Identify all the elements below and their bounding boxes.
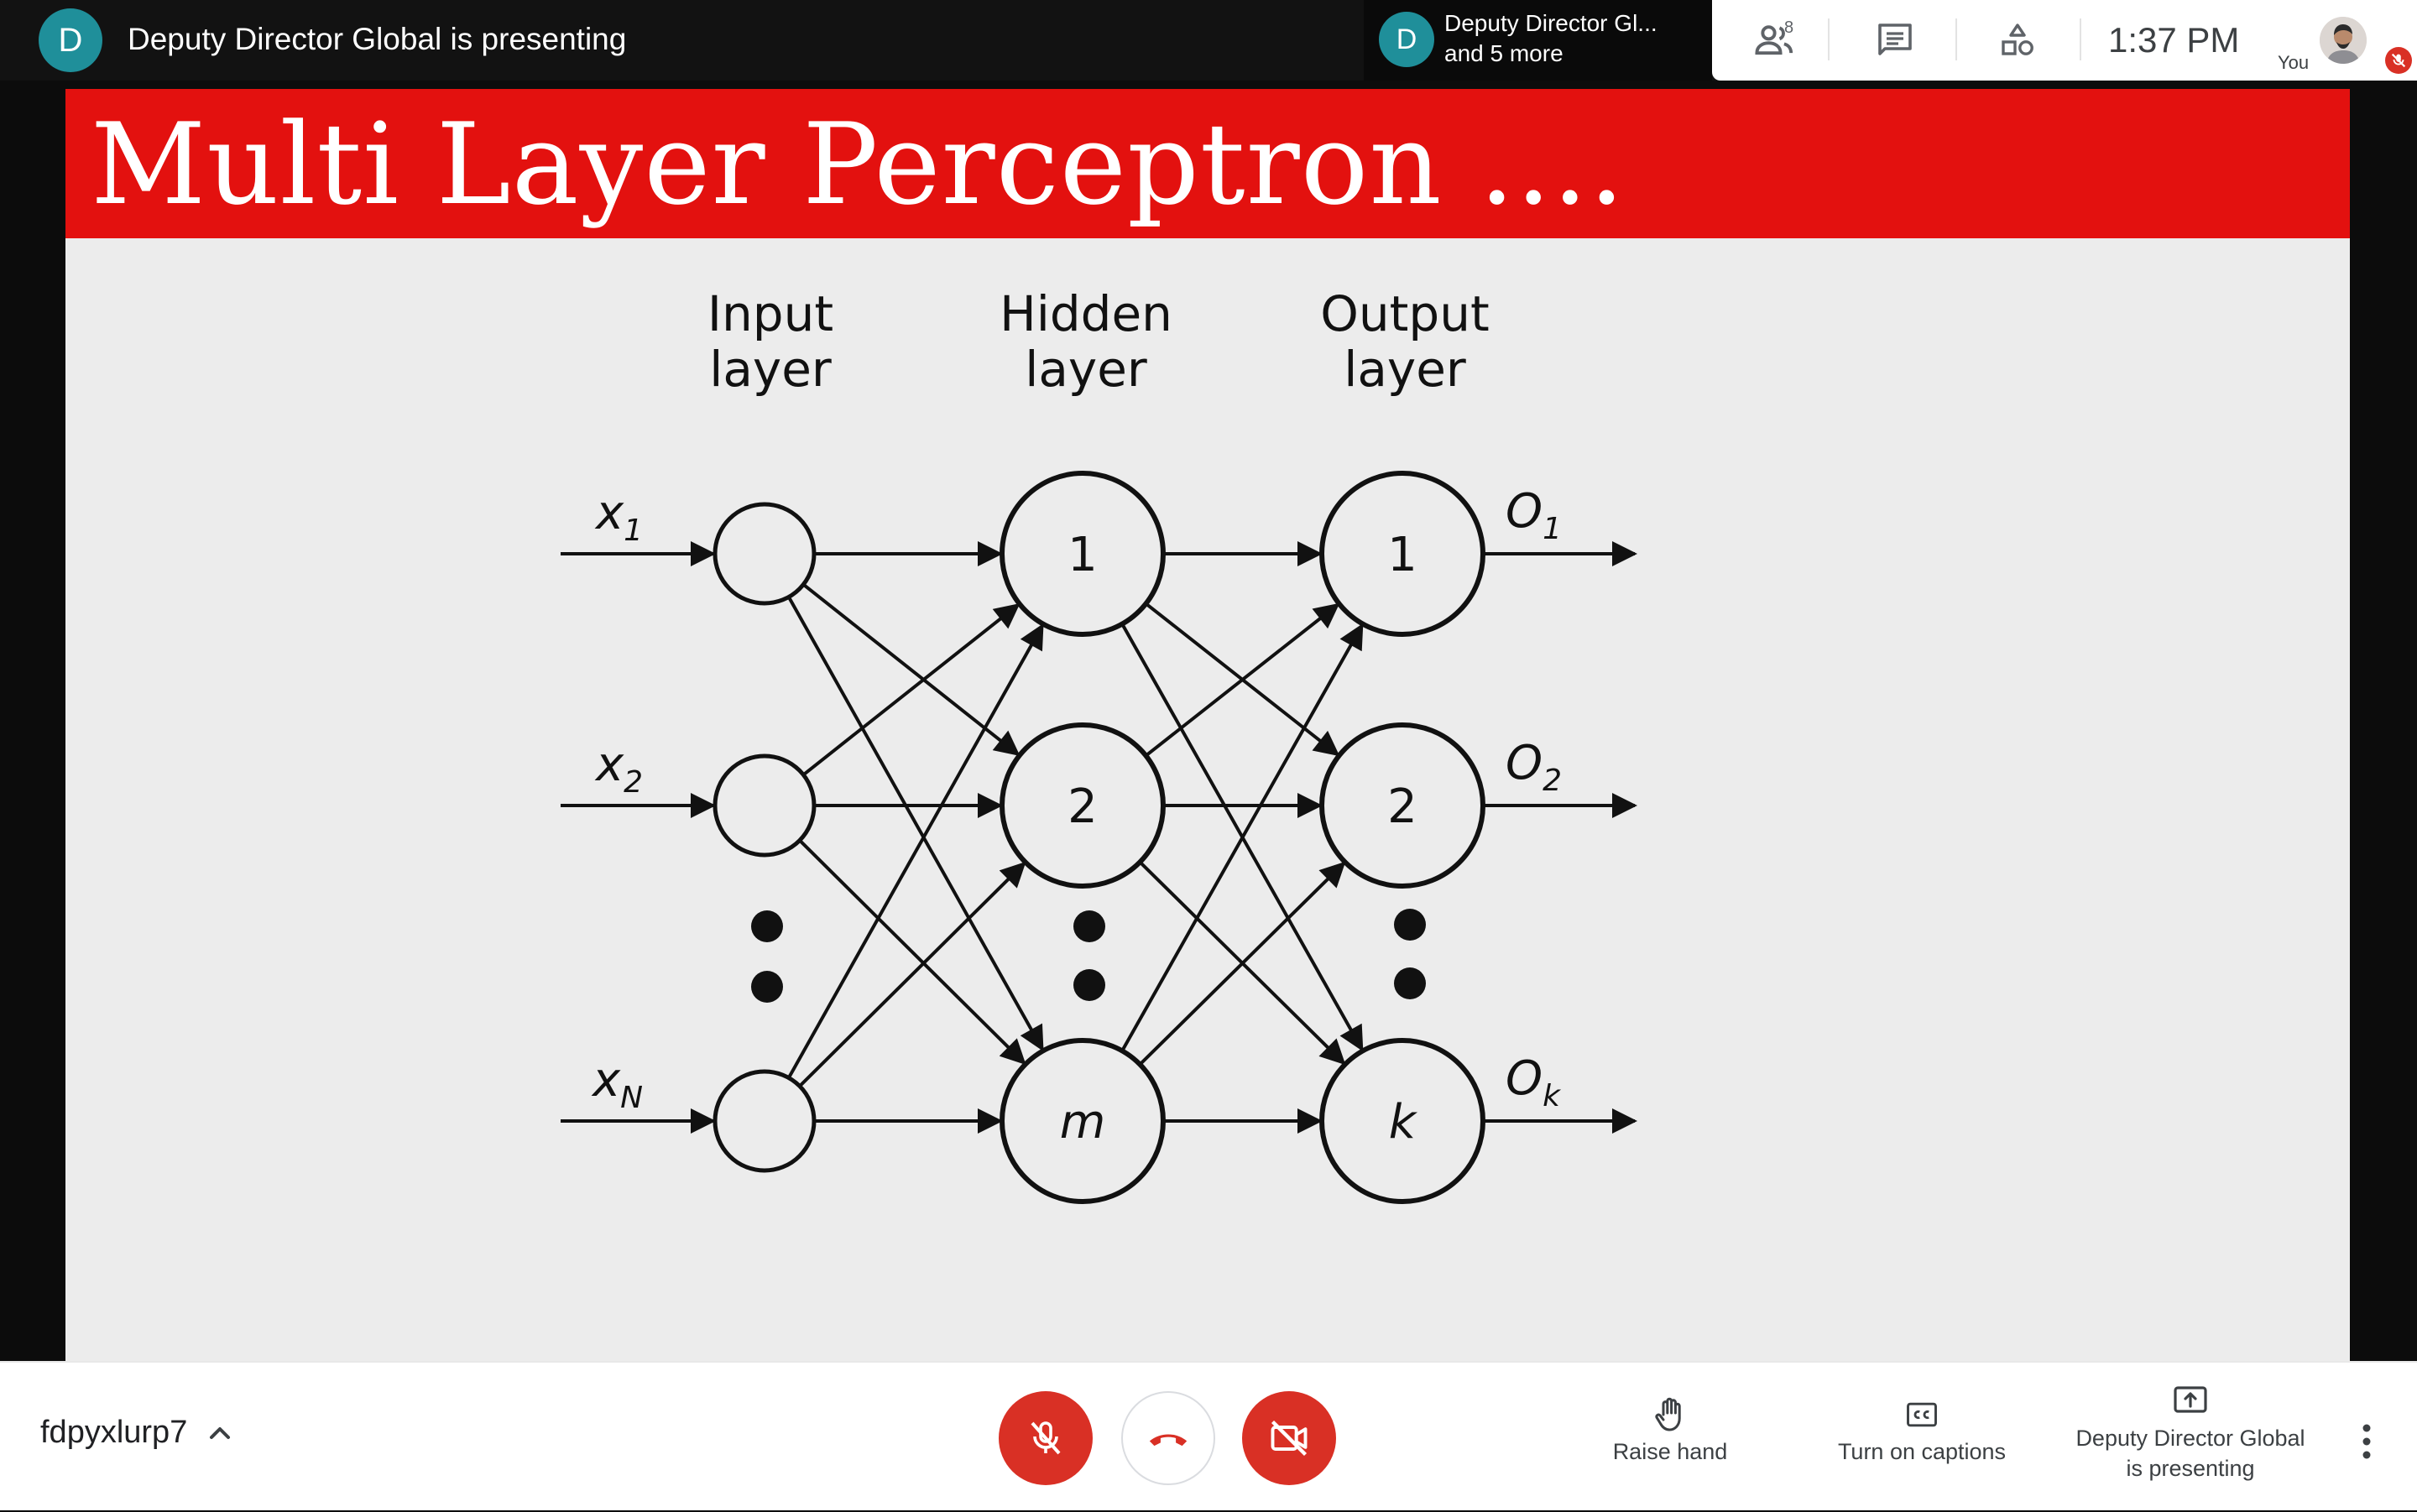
input-layer-label-line1: Input <box>707 285 833 342</box>
self-mic-off-badge <box>2385 47 2412 74</box>
output-o1-var: O <box>1506 484 1543 539</box>
more-options-button[interactable] <box>2350 1418 2383 1465</box>
divider <box>2080 18 2081 60</box>
input-xn-sub: N <box>620 1081 643 1115</box>
output-ellipsis-dot <box>1394 909 1426 941</box>
raise-hand-button[interactable]: Raise hand <box>1595 1363 1746 1512</box>
input-hidden-edge <box>802 602 1021 776</box>
captions-button[interactable]: Turn on captions <box>1830 1363 2014 1512</box>
output-node-1-label: 1 <box>1387 528 1417 582</box>
chat-button[interactable] <box>1871 17 1918 64</box>
output-layer-label-line1: Output <box>1320 285 1489 342</box>
input-x2-var: x <box>594 738 624 792</box>
presenter-tile[interactable]: D Deputy Director Gl... and 5 more <box>1364 0 1712 81</box>
present-label-line2: is presenting <box>2126 1456 2255 1481</box>
leave-call-button[interactable] <box>1121 1391 1215 1485</box>
input-x1-sub: 1 <box>624 514 643 548</box>
meeting-details-button[interactable] <box>203 1416 237 1450</box>
microphone-toggle-button[interactable] <box>999 1391 1093 1485</box>
hidden-node-2-label: 2 <box>1068 779 1098 834</box>
output-layer-label-line2: layer <box>1344 341 1466 398</box>
hidden-ellipsis-dot <box>1073 910 1105 942</box>
output-ok-label: Ok <box>1506 1051 1562 1113</box>
mic-off-badge-icon <box>2391 53 2406 68</box>
captions-label: Turn on captions <box>1837 1439 2007 1464</box>
mic-off-icon <box>1031 1421 1061 1455</box>
divider <box>1955 18 1957 60</box>
camera-toggle-button[interactable] <box>1242 1391 1336 1485</box>
output-o1-sub: 1 <box>1543 512 1562 546</box>
presenter-tile-initial: D <box>1396 23 1417 55</box>
output-o2-label: O2 <box>1506 736 1562 798</box>
output-node-2-label: 2 <box>1387 779 1417 834</box>
input-hidden-edge <box>787 623 1044 1079</box>
present-icon-wrap <box>2169 1379 2212 1423</box>
input-node-n <box>713 1069 817 1173</box>
raise-hand-label: Raise hand <box>1612 1439 1728 1464</box>
input-ellipsis-dot <box>751 910 783 942</box>
presenter-tile-more: and 5 more <box>1444 40 1563 66</box>
input-xn-var: x <box>591 1053 621 1108</box>
present-label-line1: Deputy Director Global <box>2075 1426 2305 1451</box>
presenter-tile-avatar: D <box>1379 12 1434 67</box>
input-layer-label-line2: layer <box>709 341 832 398</box>
present-button[interactable]: Deputy Director Global is presenting <box>2056 1363 2325 1512</box>
top-controls <box>1712 0 2417 81</box>
hand-icon <box>1655 1397 1681 1431</box>
hidden-layer-label-line1: Hidden <box>1000 285 1172 342</box>
shared-slide: Multi Layer Perceptron .... Input layer … <box>65 89 2350 1361</box>
hidden-ellipsis-dot <box>1073 969 1105 1001</box>
output-o2-sub: 2 <box>1543 764 1562 798</box>
output-ok-sub: k <box>1543 1079 1562 1113</box>
hidden-layer-label-line2: layer <box>1025 341 1147 398</box>
hand-icon-wrap <box>1648 1393 1692 1436</box>
input-x2-label: x2 <box>594 738 643 800</box>
output-ok-var: O <box>1506 1051 1543 1106</box>
self-avatar <box>2320 17 2367 64</box>
presenter-tile-name: Deputy Director Gl... <box>1444 10 1657 36</box>
chevron-up-icon <box>210 1427 230 1439</box>
input-x1-var: x <box>594 486 624 540</box>
presenter-initial: D <box>58 21 83 59</box>
hidden-node-1-label: 1 <box>1068 528 1098 582</box>
clock: 1:37 PM <box>2108 20 2240 60</box>
input-hidden-edge <box>798 839 1026 1066</box>
input-hidden-edge <box>798 861 1026 1087</box>
input-xn-label: xN <box>591 1053 643 1115</box>
captions-icon-wrap <box>1900 1393 1944 1436</box>
camera-off-icon <box>1271 1420 1308 1457</box>
slide-title-band: Multi Layer Perceptron .... <box>65 89 2350 238</box>
presenter-avatar: D <box>39 8 102 72</box>
input-node-1 <box>713 502 817 606</box>
divider <box>1828 18 1830 60</box>
output-node-k-label: k <box>1389 1095 1418 1150</box>
present-icon <box>2174 1386 2207 1413</box>
more-vert-icon <box>2362 1424 2371 1459</box>
output-o1-label: O1 <box>1506 484 1562 546</box>
people-count: 8 <box>1784 18 1794 37</box>
call-end-icon <box>1149 1434 1188 1447</box>
chat-icon <box>1878 23 1912 55</box>
meeting-code: fdpyxlurp7 <box>40 1415 188 1450</box>
slide-title: Multi Layer Perceptron .... <box>91 99 1626 230</box>
hidden-node-m-label: m <box>1060 1095 1106 1150</box>
mlp-diagram: Input layer Hidden layer Output layer 1 … <box>561 285 1637 1204</box>
output-o2-var: O <box>1506 736 1543 790</box>
presenting-title: Deputy Director Global is presenting <box>128 22 627 56</box>
input-x1-label: x1 <box>594 486 643 548</box>
input-x2-sub: 2 <box>624 765 643 800</box>
activities-button[interactable] <box>1994 17 2041 64</box>
you-label: You <box>2278 52 2310 73</box>
ellipsis-dots <box>751 909 1426 1003</box>
captions-icon <box>1907 1402 1937 1427</box>
output-ellipsis-dot <box>1394 967 1426 999</box>
bottom-bar: fdpyxlurp7 Raise hand Turn on captions D… <box>0 1361 2417 1510</box>
input-node-2 <box>713 753 817 858</box>
input-ellipsis-dot <box>751 971 783 1003</box>
top-bar: D Deputy Director Global is presenting D… <box>0 0 2417 81</box>
activities-icon <box>2002 23 2033 55</box>
self-photo <box>2320 17 2367 64</box>
